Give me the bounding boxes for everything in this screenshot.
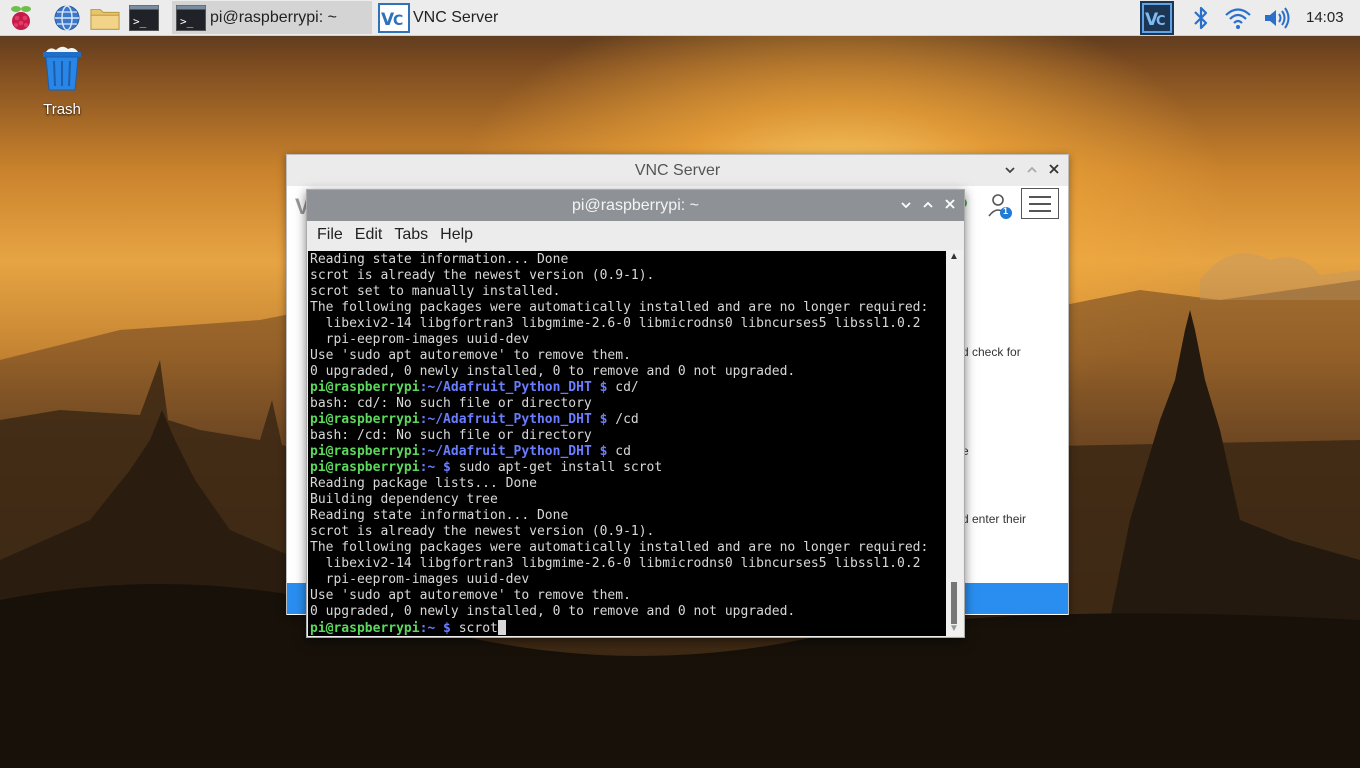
- prompt-path: :~/Adafruit_Python_DHT $: [419, 412, 608, 427]
- scroll-up-arrow-icon[interactable]: ▲: [949, 251, 959, 262]
- terminal-icon: >_: [176, 4, 206, 31]
- terminal-line: 0 upgraded, 0 newly installed, 0 to remo…: [310, 604, 796, 619]
- user-count-badge: 1: [1003, 206, 1009, 216]
- text-cursor: [497, 620, 506, 635]
- taskbar: >_ >_ pi@raspberrypi: ~ V C VNC Server V…: [0, 0, 1360, 36]
- terminal-line: Use 'sudo apt autoremove' to remove them…: [310, 348, 631, 363]
- prompt-path: :~/Adafruit_Python_DHT $: [419, 380, 608, 395]
- close-icon[interactable]: [1048, 163, 1060, 178]
- menubar: File Edit Tabs Help: [307, 221, 964, 249]
- menu-tabs[interactable]: Tabs: [388, 226, 434, 244]
- hamburger-menu-icon[interactable]: [1021, 188, 1059, 219]
- taskbar-task-label: VNC Server: [413, 8, 499, 26]
- terminal-line: rpi-eeprom-images uuid-dev: [310, 332, 530, 347]
- volume-icon[interactable]: [1262, 3, 1292, 33]
- vnc-body-text: d check for: [962, 345, 1021, 359]
- taskbar-task-terminal[interactable]: >_ pi@raspberrypi: ~: [172, 1, 372, 34]
- user-icon[interactable]: 1: [987, 192, 1012, 219]
- minimize-icon[interactable]: [900, 198, 912, 213]
- bluetooth-icon[interactable]: [1186, 3, 1216, 33]
- terminal-line: rpi-eeprom-images uuid-dev: [310, 572, 530, 587]
- svg-text:C: C: [393, 13, 403, 29]
- terminal-line: Use 'sudo apt autoremove' to remove them…: [310, 588, 631, 603]
- prompt-path: :~ $: [419, 621, 451, 636]
- terminal-scrollbar[interactable]: ▲ ▼: [946, 250, 963, 636]
- svg-text:>_: >_: [180, 15, 194, 28]
- menu-help[interactable]: Help: [434, 226, 479, 244]
- window-title: pi@raspberrypi: ~: [572, 196, 699, 214]
- vnc-tray-icon[interactable]: V C: [1140, 1, 1174, 35]
- maximize-icon[interactable]: [922, 198, 934, 213]
- prompt-path: :~/Adafruit_Python_DHT $: [419, 444, 608, 459]
- prompt-user: pi@raspberrypi: [310, 412, 420, 427]
- prompt-user: pi@raspberrypi: [310, 380, 420, 395]
- terminal-line: libexiv2-14 libgfortran3 libgmime-2.6-0 …: [310, 556, 921, 571]
- vnc-icon: V C: [378, 2, 410, 33]
- terminal-line: pi@raspberrypi:~/Adafruit_Python_DHT $ c…: [310, 380, 949, 396]
- terminal-line: scrot set to manually installed.: [310, 284, 561, 299]
- terminal-line: scrot is already the newest version (0.9…: [310, 268, 655, 283]
- terminal-line: Reading package lists... Done: [310, 476, 537, 491]
- prompt-user: pi@raspberrypi: [310, 621, 420, 636]
- command-text: scrot: [450, 621, 498, 636]
- terminal-line: The following packages were automaticall…: [310, 540, 929, 555]
- wifi-icon[interactable]: [1223, 3, 1253, 33]
- command-text: /cd: [607, 412, 639, 427]
- window-title: VNC Server: [634, 161, 721, 179]
- terminal-output[interactable]: Reading state information... Done scrot i…: [308, 251, 951, 636]
- prompt-user: pi@raspberrypi: [310, 444, 420, 459]
- terminal-line: 0 upgraded, 0 newly installed, 0 to remo…: [310, 364, 796, 379]
- file-manager-icon[interactable]: [90, 3, 120, 33]
- terminal-line: scrot is already the newest version (0.9…: [310, 524, 655, 539]
- desktop-icon-trash[interactable]: Trash: [30, 44, 94, 118]
- scroll-down-arrow-icon[interactable]: ▼: [949, 623, 959, 634]
- minimize-icon[interactable]: [1004, 163, 1016, 178]
- menu-file[interactable]: File: [311, 226, 349, 244]
- terminal-line: pi@raspberrypi:~ $ sudo apt-get install …: [310, 460, 949, 476]
- window-titlebar[interactable]: VNC Server: [287, 155, 1068, 186]
- close-icon[interactable]: [944, 198, 956, 213]
- terminal-line: libexiv2-14 libgfortran3 libgmime-2.6-0 …: [310, 316, 921, 331]
- command-text: cd/: [607, 380, 639, 395]
- maximize-icon[interactable]: [1026, 163, 1038, 178]
- trash-icon: [40, 44, 84, 97]
- terminal-line: bash: cd/: No such file or directory: [310, 396, 592, 411]
- terminal-line: pi@raspberrypi:~/Adafruit_Python_DHT $ c…: [310, 444, 949, 460]
- command-text: sudo apt-get install scrot: [450, 460, 663, 475]
- terminal-line: bash: /cd: No such file or directory: [310, 428, 592, 443]
- raspberry-menu-icon[interactable]: [6, 3, 36, 33]
- terminal-line: Reading state information... Done: [310, 508, 569, 523]
- prompt-path: :~ $: [419, 460, 451, 475]
- terminal-line: Reading state information... Done: [310, 252, 569, 267]
- taskbar-task-vnc[interactable]: V C VNC Server: [374, 1, 574, 34]
- svg-text:>_: >_: [133, 15, 147, 28]
- menu-edit[interactable]: Edit: [349, 226, 389, 244]
- command-text: cd: [607, 444, 631, 459]
- web-browser-icon[interactable]: [52, 3, 82, 33]
- terminal-window: pi@raspberrypi: ~ File Edit Tabs Help Re…: [306, 189, 965, 638]
- taskbar-task-label: pi@raspberrypi: ~: [210, 8, 337, 26]
- terminal-line: Building dependency tree: [310, 492, 498, 507]
- terminal-line: pi@raspberrypi:~ $ scrot: [310, 620, 949, 636]
- terminal-line: pi@raspberrypi:~/Adafruit_Python_DHT $ /…: [310, 412, 949, 428]
- prompt-user: pi@raspberrypi: [310, 460, 420, 475]
- desktop-icon-label: Trash: [43, 101, 81, 118]
- vnc-body-text: d enter their: [962, 512, 1027, 526]
- clock[interactable]: 14:03: [1306, 9, 1344, 26]
- svg-text:C: C: [1156, 14, 1166, 29]
- window-titlebar[interactable]: pi@raspberrypi: ~: [307, 190, 964, 221]
- scrollbar-thumb[interactable]: [951, 582, 957, 624]
- terminal-icon[interactable]: >_: [129, 3, 159, 33]
- terminal-line: The following packages were automaticall…: [310, 300, 929, 315]
